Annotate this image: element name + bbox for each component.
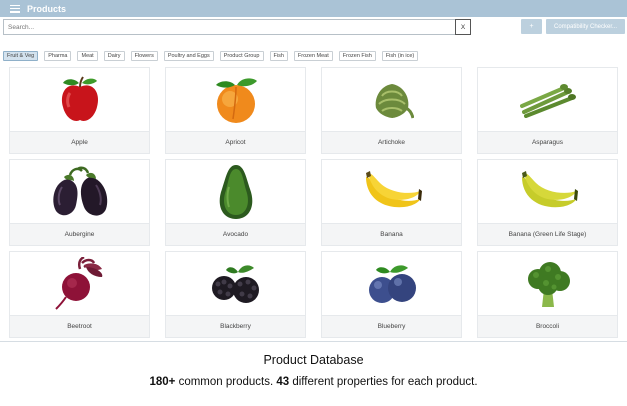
- app-title: Products: [27, 3, 67, 14]
- filter-chip[interactable]: Product Group: [219, 51, 264, 61]
- product-name: Artichoke: [322, 131, 461, 153]
- search-row: X + Compatibility Checker...: [3, 19, 625, 36]
- filter-chip[interactable]: Poultry and Eggs: [163, 51, 214, 61]
- product-name: Apple: [10, 131, 149, 153]
- product-name: Avocado: [166, 223, 305, 245]
- filter-chip[interactable]: Dairy: [103, 51, 125, 61]
- product-card[interactable]: Artichoke: [321, 67, 462, 154]
- apricot-icon: [166, 68, 305, 131]
- property-count: 43: [276, 376, 290, 388]
- beetroot-icon: [10, 252, 149, 315]
- hamburger-menu-icon[interactable]: [10, 4, 20, 13]
- product-name: Aubergine: [10, 223, 149, 245]
- banana-icon: [322, 160, 461, 223]
- compatibility-checker-button[interactable]: Compatibility Checker...: [546, 19, 625, 34]
- filter-chip[interactable]: Fish: [269, 51, 288, 61]
- product-grid: Apple Apricot Artichoke Asparagus Aubergine A…: [9, 67, 621, 342]
- product-card[interactable]: Avocado: [165, 159, 306, 246]
- filter-chip[interactable]: Frozen Fish: [338, 51, 376, 61]
- product-card[interactable]: Beetroot: [9, 251, 150, 338]
- product-name: Asparagus: [478, 131, 617, 153]
- product-name: Broccoli: [478, 315, 617, 337]
- filter-chip[interactable]: Flowers: [130, 51, 158, 61]
- product-card[interactable]: Banana (Green Life Stage): [477, 159, 618, 246]
- aubergine-icon: [10, 160, 149, 223]
- clear-search-button[interactable]: X: [455, 19, 471, 35]
- product-app: Products X + Compatibility Checker... Fr…: [0, 0, 627, 342]
- filter-chip[interactable]: Fruit & Veg: [3, 51, 39, 61]
- search-input[interactable]: [3, 19, 471, 35]
- broccoli-icon: [478, 252, 617, 315]
- product-card[interactable]: Asparagus: [477, 67, 618, 154]
- product-name: Banana (Green Life Stage): [478, 223, 617, 245]
- asparagus-icon: [478, 68, 617, 131]
- filter-chip[interactable]: Pharma: [44, 51, 72, 61]
- product-name: Banana: [322, 223, 461, 245]
- product-card[interactable]: Broccoli: [477, 251, 618, 338]
- green-banana-icon: [478, 160, 617, 223]
- product-name: Apricot: [166, 131, 305, 153]
- apple-icon: [10, 68, 149, 131]
- blueberry-icon: [322, 252, 461, 315]
- product-card[interactable]: Blueberry: [321, 251, 462, 338]
- filter-chip[interactable]: Fish (in ice): [381, 51, 419, 61]
- property-count-text: different properties for each product.: [289, 376, 478, 388]
- filter-chip[interactable]: Frozen Meat: [293, 51, 333, 61]
- caption: Product Database 180+ common products. 4…: [0, 344, 627, 388]
- avocado-icon: [166, 160, 305, 223]
- add-product-button[interactable]: +: [521, 19, 542, 34]
- product-name: Beetroot: [10, 315, 149, 337]
- product-card[interactable]: Blackberry: [165, 251, 306, 338]
- product-card[interactable]: Aubergine: [9, 159, 150, 246]
- blackberry-icon: [166, 252, 305, 315]
- caption-heading: Product Database: [263, 353, 364, 367]
- category-filter-bar: Fruit & Veg Pharma Meat Dairy Flowers Poultry…: [3, 51, 419, 61]
- product-name: Blueberry: [322, 315, 461, 337]
- product-count: 180+: [149, 376, 176, 388]
- filter-chip[interactable]: Meat: [77, 51, 98, 61]
- product-card[interactable]: Apricot: [165, 67, 306, 154]
- product-card[interactable]: Banana: [321, 159, 462, 246]
- product-card[interactable]: Apple: [9, 67, 150, 154]
- title-bar: Products: [0, 0, 627, 17]
- product-name: Blackberry: [166, 315, 305, 337]
- artichoke-icon: [322, 68, 461, 131]
- product-count-text: common products.: [175, 376, 277, 388]
- caption-subtitle: 180+ common products. 43 different prope…: [0, 376, 627, 388]
